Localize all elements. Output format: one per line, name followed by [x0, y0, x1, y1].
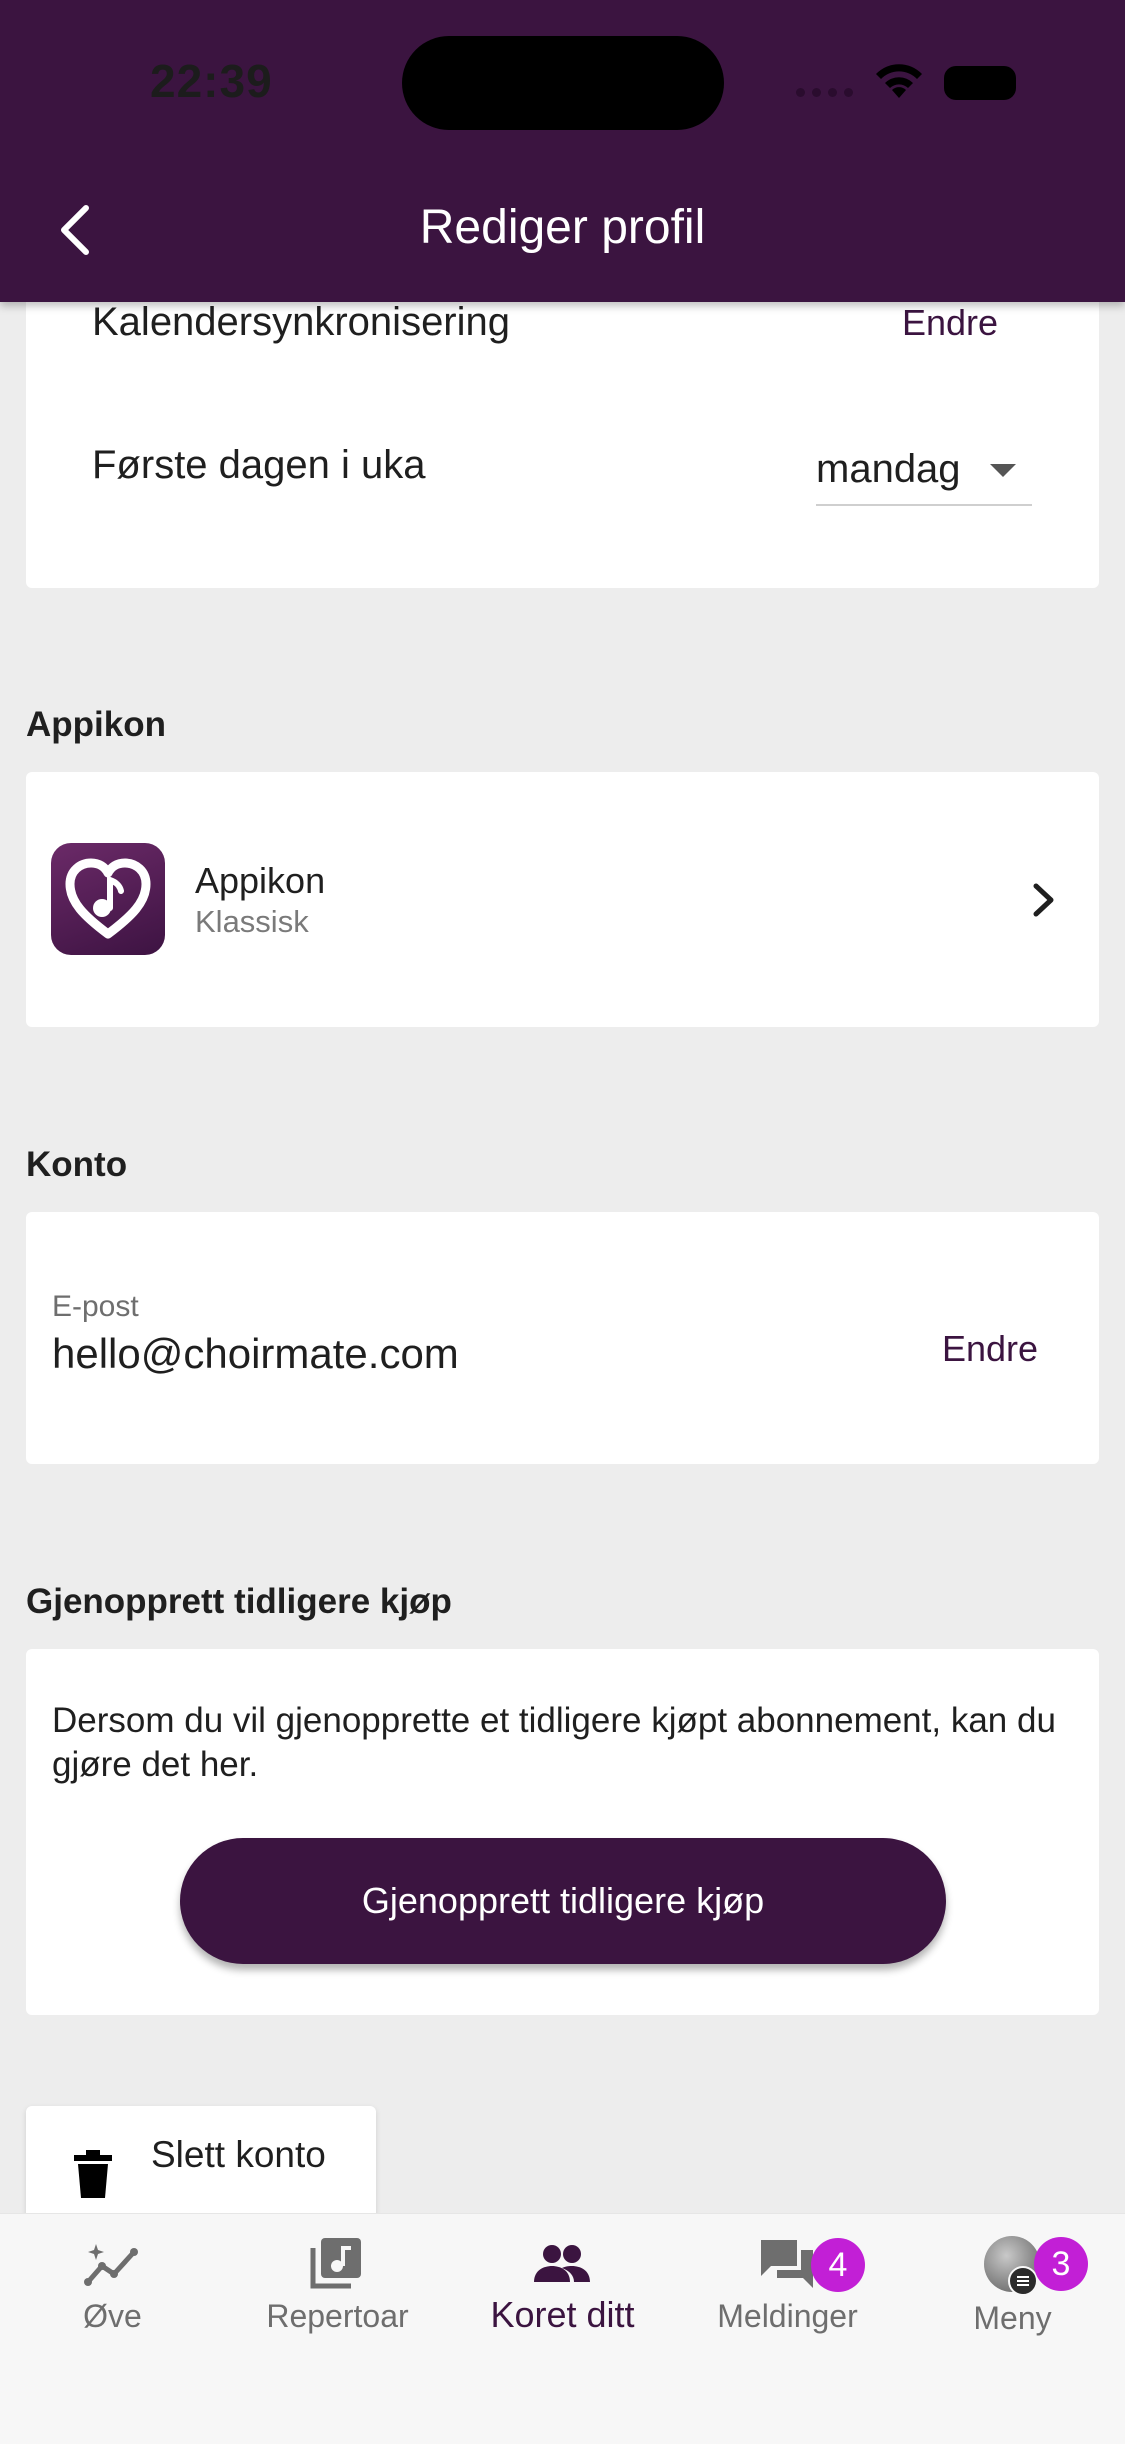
menu-lines-icon: [1008, 2266, 1038, 2296]
messages-badge: 4: [811, 2238, 865, 2292]
app-logo-icon: [51, 843, 165, 955]
first-day-label: Første dagen i uka: [92, 443, 426, 487]
music-library-icon: [310, 2238, 361, 2289]
group-icon: [534, 2245, 590, 2282]
nav-item-your-choir[interactable]: Koret ditt: [450, 2214, 675, 2354]
email-value: hello@choirmate.com: [52, 1330, 459, 1377]
chat-icon: [761, 2240, 813, 2288]
nav-label-practice: Øve: [83, 2298, 142, 2334]
bottom-navigation: Øve Repertoar Koret ditt Meldinger Meny: [0, 2213, 1125, 2444]
nav-label-menu: Meny: [973, 2300, 1052, 2336]
account-card: E-post hello@choirmate.com Endre: [26, 1212, 1099, 1464]
dynamic-island: [402, 36, 724, 130]
restore-section-title: Gjenopprett tidligere kjøp: [26, 1582, 452, 1621]
email-change-button[interactable]: Endre: [942, 1328, 1038, 1370]
app-icon-title: Appikon: [195, 860, 326, 901]
delete-account-button[interactable]: Slett konto: [26, 2106, 376, 2226]
nav-item-practice[interactable]: Øve: [0, 2214, 225, 2354]
wifi-icon: [876, 64, 922, 98]
trash-icon: [74, 2150, 112, 2198]
first-day-dropdown[interactable]: mandag: [816, 434, 1032, 506]
first-day-value: mandag: [816, 446, 961, 491]
chevron-right-icon: [1033, 883, 1054, 917]
battery-icon: [944, 66, 1016, 100]
nav-label-repertoire: Repertoar: [266, 2298, 409, 2334]
restore-purchases-button[interactable]: Gjenopprett tidligere kjøp: [180, 1838, 946, 1964]
nav-label-your-choir: Koret ditt: [490, 2294, 635, 2335]
app-header: 22:39 Rediger profil: [0, 0, 1125, 302]
app-icon-row[interactable]: Appikon Klassisk: [26, 772, 1099, 1027]
menu-badge: 3: [1034, 2237, 1088, 2291]
account-section-title: Konto: [26, 1145, 128, 1184]
restore-description: Dersom du vil gjenopprette et tidligere …: [52, 1701, 1056, 1784]
nav-label-messages: Meldinger: [717, 2298, 858, 2334]
calendar-sync-label: Kalendersynkronisering: [92, 300, 511, 344]
edit-profile-screen: 22:39 Rediger profil Kalendersynkroniser…: [0, 0, 1125, 2444]
nav-item-repertoire[interactable]: Repertoar: [225, 2214, 450, 2354]
dropdown-arrow-icon: [990, 464, 1016, 477]
app-icon-subtitle: Klassisk: [195, 904, 309, 939]
email-label: E-post: [52, 1290, 139, 1323]
delete-account-label: Slett konto: [151, 2134, 326, 2175]
status-time: 22:39: [150, 55, 273, 107]
nav-item-messages[interactable]: Meldinger: [675, 2214, 900, 2354]
page-title: Rediger profil: [419, 201, 706, 254]
calendar-sync-change-button[interactable]: Endre: [902, 302, 998, 344]
chart-icon: [84, 2244, 138, 2286]
app-icon-section-title: Appikon: [26, 705, 166, 744]
signal-icon: [796, 88, 853, 97]
